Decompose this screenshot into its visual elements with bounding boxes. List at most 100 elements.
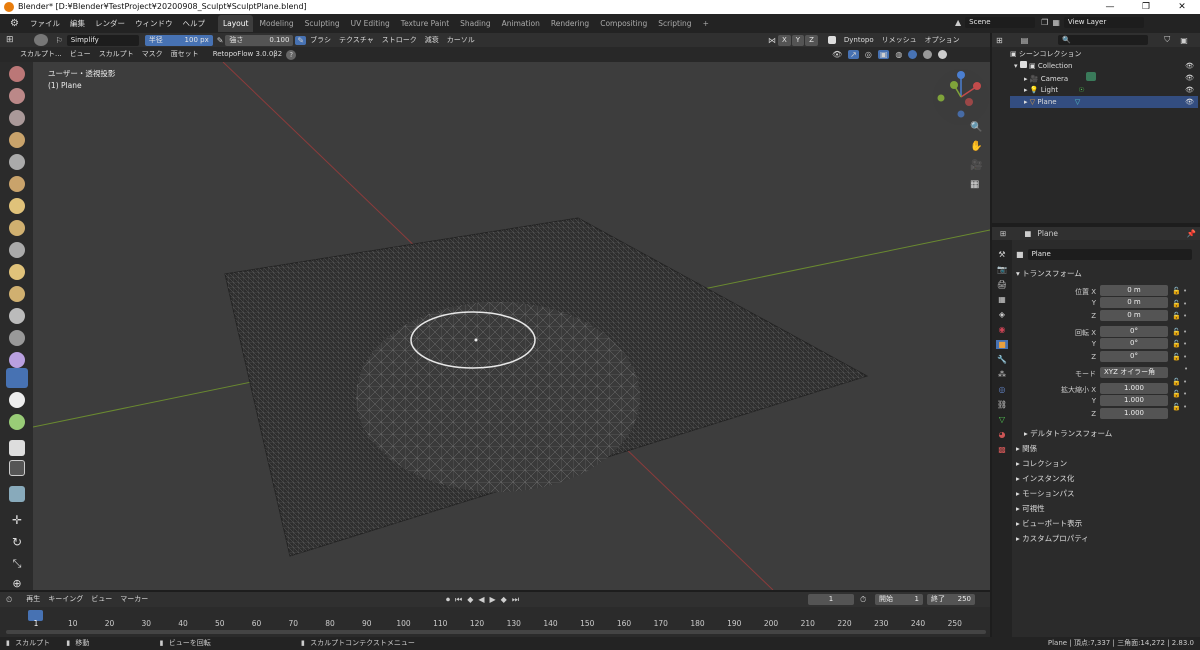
filter-icon[interactable]: ⛉ <box>1164 35 1170 45</box>
menu-face-sets[interactable]: 面セット <box>167 49 203 60</box>
tool-tab-icon[interactable]: ⚒ <box>998 250 1005 259</box>
pin-icon[interactable]: 📌 <box>1187 229 1196 238</box>
blob-brush-icon[interactable] <box>9 198 25 214</box>
new-collection-icon[interactable]: ▣ <box>1180 36 1188 45</box>
dyntopo-checkbox[interactable] <box>827 36 836 44</box>
record-button[interactable]: ⏺ <box>446 595 450 605</box>
gizmo-icon[interactable]: ↗ <box>848 50 859 59</box>
camera-visibility-icon[interactable]: 👁 <box>1185 72 1194 84</box>
expand-arrow-icon[interactable]: ▸ <box>1024 98 1028 106</box>
mode-selector[interactable]: スカルプト... <box>0 49 66 60</box>
brush-icon[interactable] <box>33 34 48 46</box>
instancing-panel[interactable]: ▸ インスタンス化 <box>1016 473 1074 484</box>
expand-arrow-icon[interactable]: ▾ <box>1014 62 1018 70</box>
menu-keying[interactable]: キーイング <box>44 594 87 605</box>
falloff-menu[interactable]: 減衰 <box>421 35 443 46</box>
outliner-item-plane[interactable]: ▸ ▽ Plane ▽ 👁 <box>1010 96 1198 108</box>
view-layer-tab-icon[interactable]: ▦ <box>998 295 1006 304</box>
expand-arrow-icon[interactable]: ▸ <box>1024 86 1028 94</box>
tab-layout[interactable]: Layout <box>217 15 254 32</box>
material-shading-icon[interactable] <box>923 50 933 59</box>
crease-brush-icon[interactable] <box>9 220 25 236</box>
end-frame-field[interactable]: 終了 250 <box>927 594 975 605</box>
clay-brush-icon[interactable] <box>9 110 25 126</box>
radius-field[interactable]: 半径 100 px <box>144 34 213 46</box>
wireframe-shading-icon[interactable]: ◍ <box>895 50 902 59</box>
jump-end-button[interactable]: ⏭ <box>512 595 519 605</box>
overlay-icon[interactable]: ◎ <box>865 50 872 59</box>
rotation-y-field[interactable]: 0° <box>1100 338 1168 349</box>
outliner-scene-collection[interactable]: ▣ シーンコレクション <box>1010 48 1198 60</box>
stroke-menu[interactable]: ストローク <box>378 35 421 46</box>
collapse-arrow-icon[interactable]: ▸ <box>1016 534 1020 543</box>
tab-scripting[interactable]: Scripting <box>653 15 696 32</box>
rotate-tool-icon[interactable]: ↻ <box>9 534 25 550</box>
rotation-x-field[interactable]: 0° <box>1100 326 1168 337</box>
xray-icon[interactable]: ▣ <box>877 50 890 59</box>
jump-start-button[interactable]: ⏮ <box>455 595 462 605</box>
scene-selector[interactable]: Scene <box>965 17 1036 28</box>
multiplane-scrape-brush-icon[interactable] <box>9 330 25 346</box>
strength-field[interactable]: 強さ 0.100 <box>225 34 294 46</box>
play-button[interactable]: ▶ <box>490 595 496 605</box>
current-frame-field[interactable]: 1 <box>808 594 854 605</box>
help-icon[interactable]: ? <box>286 49 297 60</box>
camera-view-icon[interactable]: 🎥 <box>970 160 982 171</box>
menu-render[interactable]: レンダー <box>90 14 130 33</box>
fill-brush-icon[interactable] <box>9 286 25 302</box>
retopoflow-menu[interactable]: RetopoFlow 3.0.0β2 <box>209 49 287 60</box>
options-menu[interactable]: オプション <box>921 35 964 46</box>
output-tab-icon[interactable]: 🖨 <box>997 280 1007 289</box>
strength-pressure-icon[interactable]: ✎ <box>295 35 307 45</box>
ortho-grid-icon[interactable]: ▦ <box>970 179 982 190</box>
menu-window[interactable]: ウィンドウ <box>130 14 178 33</box>
object-tab-icon[interactable]: ■ <box>996 340 1008 349</box>
mask-brush-icon[interactable] <box>9 392 25 408</box>
timeline-editor-icon[interactable]: ⏲ <box>6 595 12 605</box>
collection-checkbox[interactable] <box>1019 61 1027 68</box>
lock-icon[interactable]: 🔓 • <box>1172 376 1188 389</box>
camera-data-icon[interactable] <box>1086 72 1097 81</box>
world-tab-icon[interactable]: ◉ <box>999 325 1006 334</box>
box-hide-icon[interactable] <box>9 460 25 476</box>
tab-texture-paint[interactable]: Texture Paint <box>396 15 454 32</box>
object-name-field[interactable]: Plane <box>1027 248 1192 260</box>
material-tab-icon[interactable]: ◕ <box>999 430 1006 439</box>
dyntopo-menu[interactable]: Dyntopo <box>840 35 878 46</box>
expand-arrow-icon[interactable]: ▾ <box>1016 269 1020 278</box>
modifier-tab-icon[interactable]: 🔧 <box>997 355 1007 364</box>
lock-icon[interactable]: 🔓 • <box>1172 285 1188 298</box>
mesh-data-icon[interactable]: ▽ <box>1075 98 1080 106</box>
outliner-editor-icon[interactable]: ⊞ <box>996 36 1003 45</box>
flatten-brush-icon[interactable] <box>9 264 25 280</box>
prev-keyframe-button[interactable]: ◆ <box>467 595 473 605</box>
mirror-y-toggle[interactable]: Y <box>791 34 805 46</box>
outliner-item-light[interactable]: ▸ 💡 Light ☉ 👁 <box>1010 84 1198 96</box>
visibility-panel[interactable]: ▸ 可視性 <box>1016 503 1045 514</box>
rendered-shading-icon[interactable] <box>938 50 948 59</box>
constraints-tab-icon[interactable]: ⛓ <box>997 400 1007 409</box>
menu-marker[interactable]: マーカー <box>116 594 152 605</box>
outliner-search-field[interactable]: 🔍 <box>1058 35 1149 45</box>
lock-icon[interactable]: 🔓 • <box>1172 298 1188 311</box>
transform-panel-header[interactable]: ▾ トランスフォーム <box>1016 268 1082 279</box>
collapse-arrow-icon[interactable]: ▸ <box>1016 489 1020 498</box>
collapse-arrow-icon[interactable]: ▸ <box>1016 519 1020 528</box>
mesh-filter-icon[interactable] <box>9 486 25 502</box>
collection-visibility-icon[interactable]: 👁 <box>1185 60 1194 72</box>
blender-menu-icon[interactable]: ⚙ <box>4 18 25 29</box>
motion-paths-panel[interactable]: ▸ モーションパス <box>1016 488 1075 499</box>
lock-icon[interactable]: 🔓 • <box>1172 388 1188 401</box>
menu-timeline-view[interactable]: ビュー <box>87 594 116 605</box>
play-reverse-button[interactable]: ◀ <box>478 595 484 605</box>
draw-brush-icon[interactable] <box>9 66 25 82</box>
pan-hand-icon[interactable]: ✋ <box>970 141 982 152</box>
scale-y-field[interactable]: 1.000 <box>1100 395 1168 406</box>
location-y-field[interactable]: 0 m <box>1100 297 1168 308</box>
collections-panel[interactable]: ▸ コレクション <box>1016 458 1067 469</box>
scale-z-field[interactable]: 1.000 <box>1100 408 1168 419</box>
transform-tool-icon[interactable]: ⊕ <box>9 576 25 592</box>
physics-tab-icon[interactable]: ◎ <box>999 385 1006 394</box>
brush-name-field[interactable]: Simplify <box>66 34 139 46</box>
data-tab-icon[interactable]: ▽ <box>999 415 1005 424</box>
